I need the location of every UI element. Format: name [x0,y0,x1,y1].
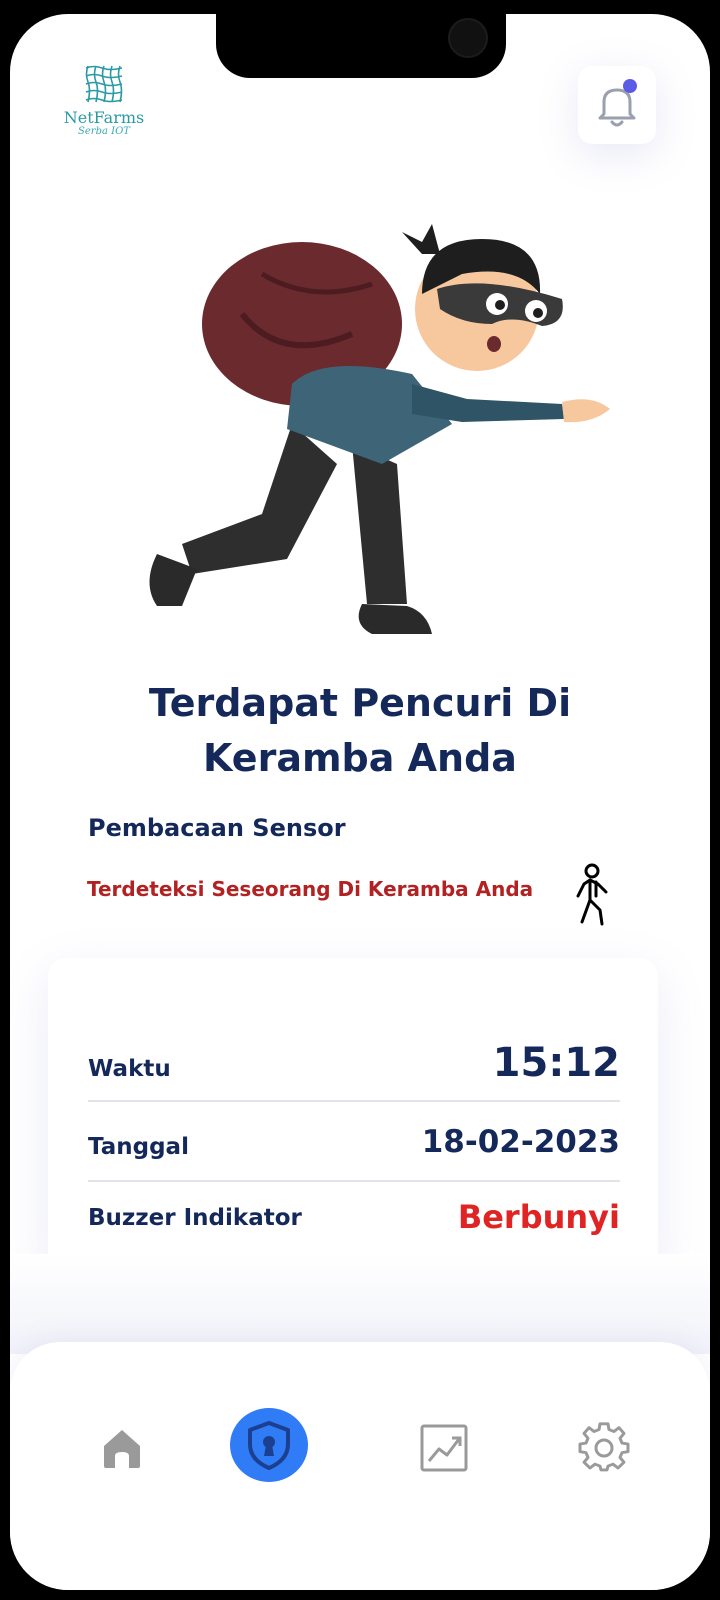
person-walking-icon [576,863,608,926]
alert-title-line1: Terdapat Pencuri Di [148,681,572,725]
nav-settings[interactable] [564,1408,644,1488]
nav-chart[interactable] [404,1408,484,1488]
divider [88,1180,620,1182]
home-icon [104,1430,140,1468]
sensor-heading: Pembacaan Sensor [88,814,346,842]
camera [448,18,488,58]
logo-name: NetFarms [63,108,145,127]
sensor-detection-text: Terdeteksi Seseorang Di Keramba Anda [87,877,534,901]
alert-title: Terdapat Pencuri Di Keramba Anda [50,676,670,786]
shield-lock-icon [248,1421,290,1470]
buzzer-label: Buzzer Indikator [88,1205,302,1231]
chart-icon [420,1424,468,1472]
date-label: Tanggal [88,1134,189,1160]
app-logo: NetFarms Serba IOT [62,62,146,137]
bottom-shade [10,1254,710,1354]
notch [216,14,506,78]
buzzer-value: Berbunyi [457,1198,620,1236]
bottom-navigation [10,1342,710,1590]
bell-icon [598,79,637,127]
date-value: 18-02-2023 [421,1124,620,1160]
divider [88,1100,620,1102]
logo-tagline: Serba IOT [78,126,130,137]
notification-button[interactable] [578,66,656,144]
nav-home[interactable] [82,1408,162,1488]
time-label: Waktu [88,1056,171,1082]
thief-illustration [149,224,610,634]
detail-card: Waktu 15:12 Tanggal 18-02-2023 Buzzer In… [48,958,658,1274]
net-logo-icon [85,65,123,103]
notification-dot [623,79,637,93]
nav-security[interactable] [230,1408,308,1482]
gear-icon [578,1422,630,1472]
time-value: 15:12 [492,1040,620,1086]
alert-title-line2: Keramba Anda [203,736,517,780]
phone-screen: NetFarms Serba IOT Terdapat Pencuri Di K… [10,14,710,1590]
